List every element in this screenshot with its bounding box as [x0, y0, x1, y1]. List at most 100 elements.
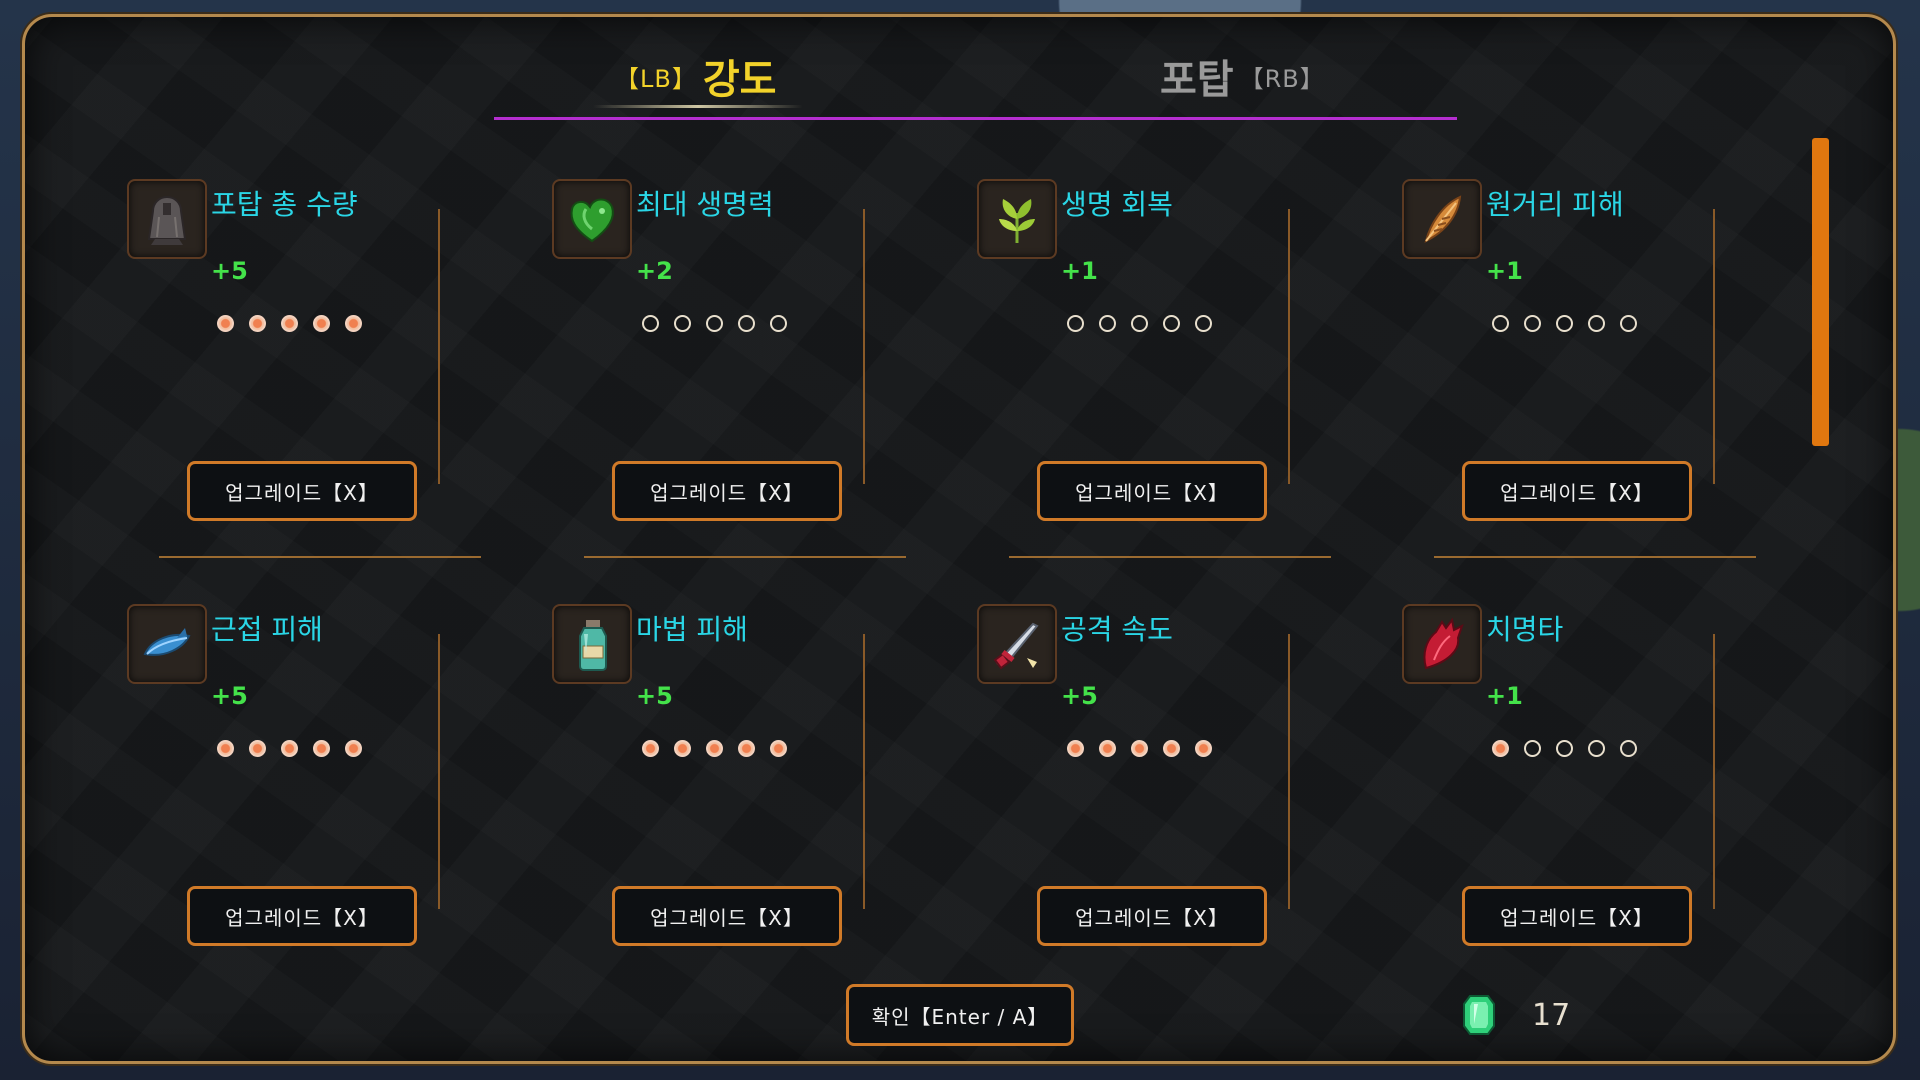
- upgrade-title: 최대 생명력: [636, 188, 774, 221]
- upgrade-card: 최대 생명력 +2 업그레이드【X】: [552, 179, 998, 595]
- level-dot: [1556, 740, 1573, 757]
- column-divider: [1288, 209, 1290, 484]
- upgrade-bonus: +2: [636, 257, 673, 285]
- level-dot: [1131, 315, 1148, 332]
- level-dot: [1556, 315, 1573, 332]
- upgrade-icon-frame: [977, 179, 1057, 259]
- level-dot: [249, 740, 266, 757]
- level-dot: [313, 740, 330, 757]
- level-dot: [1524, 315, 1541, 332]
- upgrade-card: 공격 속도 +5 업그레이드【X】: [977, 604, 1423, 961]
- level-dot: [674, 740, 691, 757]
- level-dot: [1620, 315, 1637, 332]
- upgrade-title: 포탑 총 수량: [211, 188, 358, 221]
- level-dot: [281, 740, 298, 757]
- red-dagger-icon: [993, 622, 1039, 670]
- upgrade-card: 마법 피해 +5 업그레이드【X】: [552, 604, 998, 961]
- level-dots: [1067, 315, 1212, 332]
- level-dots: [642, 315, 787, 332]
- level-dot: [1620, 740, 1637, 757]
- level-dots: [642, 740, 787, 757]
- upgrade-icon-frame: [552, 179, 632, 259]
- level-dot: [1492, 315, 1509, 332]
- level-dot: [249, 315, 266, 332]
- level-dot: [1195, 315, 1212, 332]
- level-dot: [281, 315, 298, 332]
- upgrade-title: 근접 피해: [211, 613, 323, 646]
- upgrade-icon-frame: [1402, 604, 1482, 684]
- upgrade-title: 생명 회복: [1061, 188, 1173, 221]
- level-dots: [1067, 740, 1212, 757]
- level-dot: [1492, 740, 1509, 757]
- herb-sprout-icon: [999, 199, 1035, 243]
- column-divider: [863, 209, 865, 484]
- upgrade-bonus: +5: [1061, 682, 1098, 710]
- level-dots: [217, 740, 362, 757]
- level-dot: [1163, 740, 1180, 757]
- level-dot: [770, 740, 787, 757]
- upgrade-button[interactable]: 업그레이드【X】: [612, 886, 842, 946]
- level-dot: [674, 315, 691, 332]
- upgrade-button[interactable]: 업그레이드【X】: [1037, 461, 1267, 521]
- currency-count: 17: [1532, 998, 1571, 1033]
- column-divider: [438, 209, 440, 484]
- upgrade-card: 생명 회복 +1 업그레이드【X】: [977, 179, 1423, 595]
- level-dot: [706, 740, 723, 757]
- upgrade-card: 포탑 총 수량 +5 업그레이드【X】: [127, 179, 573, 595]
- level-dot: [770, 315, 787, 332]
- upgrade-bonus: +5: [211, 257, 248, 285]
- feather-arrow-icon: [1424, 195, 1462, 243]
- upgrade-icon-frame: [127, 604, 207, 684]
- potion-bottle-icon: [579, 620, 607, 671]
- upgrade-panel: 【LB】 강도 포탑 【RB】 포탑 총 수량 +5 업그레이드【X】 최대 생…: [22, 14, 1896, 1064]
- upgrade-button[interactable]: 업그레이드【X】: [612, 461, 842, 521]
- column-divider: [438, 634, 440, 909]
- green-heart-icon: [570, 198, 614, 243]
- upgrade-button[interactable]: 업그레이드【X】: [187, 461, 417, 521]
- upgrade-card: 치명타 +1 업그레이드【X】: [1402, 604, 1848, 961]
- upgrade-icon-frame: [977, 604, 1057, 684]
- upgrade-title: 공격 속도: [1061, 613, 1173, 646]
- red-claw-icon: [1423, 617, 1464, 670]
- level-dot: [642, 315, 659, 332]
- green-gem-icon: [1463, 995, 1495, 1035]
- level-dot: [217, 740, 234, 757]
- level-dot: [313, 315, 330, 332]
- confirm-button[interactable]: 확인【Enter / A】: [846, 984, 1074, 1046]
- upgrade-bonus: +5: [211, 682, 248, 710]
- level-dot: [642, 740, 659, 757]
- upgrade-bonus: +1: [1486, 682, 1523, 710]
- blue-fish-icon: [143, 628, 191, 656]
- column-divider: [1288, 634, 1290, 909]
- level-dot: [1067, 315, 1084, 332]
- upgrade-grid: 포탑 총 수량 +5 업그레이드【X】 최대 생명력 +2 업그레이드【X】 생…: [25, 17, 1893, 961]
- level-dot: [345, 315, 362, 332]
- upgrade-title: 마법 피해: [636, 613, 748, 646]
- upgrade-icon-frame: [552, 604, 632, 684]
- upgrade-title: 치명타: [1486, 613, 1564, 646]
- turret-bell-icon: [147, 195, 187, 245]
- level-dot: [1588, 315, 1605, 332]
- upgrade-icon-frame: [1402, 179, 1482, 259]
- level-dot: [706, 315, 723, 332]
- level-dot: [217, 315, 234, 332]
- upgrade-bonus: +5: [636, 682, 673, 710]
- upgrade-icon-frame: [127, 179, 207, 259]
- upgrade-card: 근접 피해 +5 업그레이드【X】: [127, 604, 573, 961]
- level-dots: [217, 315, 362, 332]
- upgrade-button[interactable]: 업그레이드【X】: [187, 886, 417, 946]
- upgrade-button[interactable]: 업그레이드【X】: [1037, 886, 1267, 946]
- level-dot: [738, 740, 755, 757]
- upgrade-button[interactable]: 업그레이드【X】: [1462, 461, 1692, 521]
- upgrade-bonus: +1: [1061, 257, 1098, 285]
- level-dot: [1099, 740, 1116, 757]
- level-dots: [1492, 740, 1637, 757]
- level-dot: [1524, 740, 1541, 757]
- column-divider: [1713, 634, 1715, 909]
- column-divider: [1713, 209, 1715, 484]
- level-dot: [1067, 740, 1084, 757]
- upgrade-button[interactable]: 업그레이드【X】: [1462, 886, 1692, 946]
- level-dot: [1195, 740, 1212, 757]
- level-dot: [738, 315, 755, 332]
- level-dot: [1131, 740, 1148, 757]
